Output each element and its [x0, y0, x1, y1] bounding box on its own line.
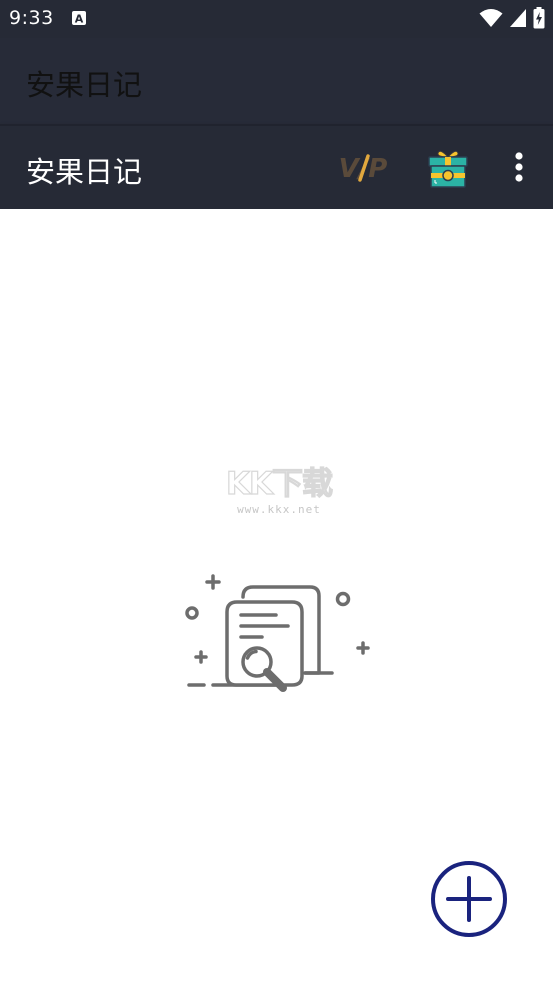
- svg-text:A: A: [75, 13, 84, 26]
- status-time: 9:33: [9, 7, 54, 29]
- status-icons: [479, 7, 545, 29]
- title-bar: 安果日记: [0, 38, 553, 124]
- battery-charging-icon: [533, 7, 545, 29]
- watermark: KK下载 www.kkx.net: [214, 465, 344, 528]
- wifi-icon: [479, 9, 503, 27]
- a-letter-icon: A: [72, 11, 86, 26]
- app-title: 安果日记: [26, 155, 143, 189]
- title-bar-text: 安果日记: [26, 68, 143, 102]
- plus-circle-icon[interactable]: [430, 860, 508, 938]
- app-bar: 安果日记 V/P: [0, 124, 553, 211]
- document-search-icon: [185, 574, 370, 692]
- watermark-text: KK下载: [225, 465, 333, 502]
- status-bar: 9:33 A: [0, 0, 553, 38]
- watermark-url: www.kkx.net: [237, 503, 321, 516]
- vip-icon[interactable]: V/P: [338, 150, 388, 184]
- gift-box-icon[interactable]: [426, 147, 470, 189]
- cell-signal-icon: [510, 9, 526, 27]
- more-vert-icon[interactable]: [505, 148, 533, 188]
